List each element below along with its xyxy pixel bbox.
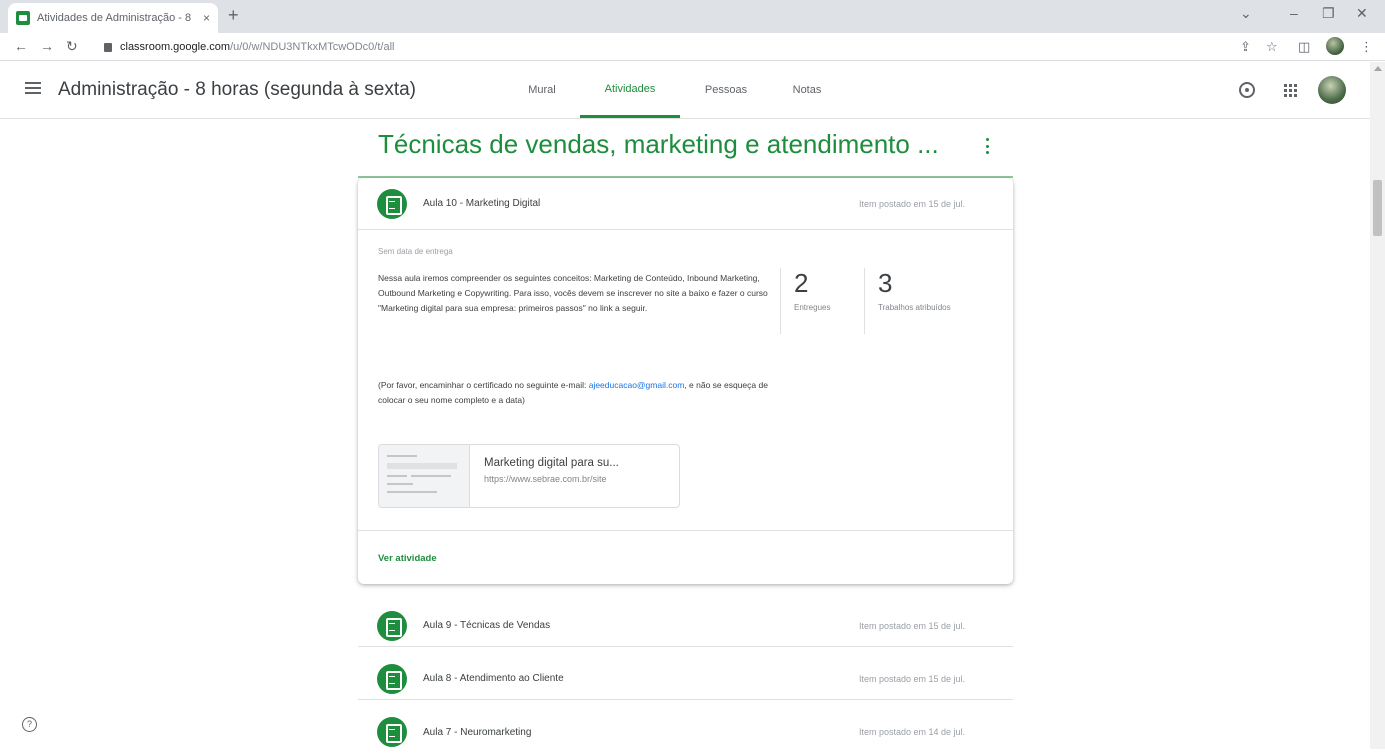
assignment-posted-date: Item postado em 15 de jul.	[858, 673, 965, 684]
browser-profile-avatar[interactable]	[1326, 37, 1344, 55]
classroom-header: Administração - 8 horas (segunda à sexta…	[0, 62, 1370, 119]
stat-turned-in-label: Entregues	[794, 303, 831, 312]
assignment-header[interactable]: Aula 10 - Marketing Digital Item postado…	[358, 178, 1013, 230]
scroll-up-arrow-icon[interactable]	[1374, 66, 1382, 71]
assignment-icon	[377, 188, 407, 219]
assignment-posted-date: Item postado em 14 de jul.	[858, 727, 965, 737]
link-attachment[interactable]: Marketing digital para su... https://www…	[378, 444, 680, 508]
attachment-title: Marketing digital para su...	[484, 457, 619, 469]
new-tab-button[interactable]: +	[228, 5, 239, 26]
assignment-row[interactable]: Aula 8 - Atendimento ao Cliente Item pos…	[358, 658, 1013, 700]
tab-mural[interactable]: Mural	[510, 62, 574, 118]
page-scrollbar[interactable]	[1370, 62, 1385, 749]
bookmark-star-icon[interactable]: ☆	[1266, 39, 1278, 55]
browser-tab-title: Atividades de Administração - 8	[37, 12, 192, 24]
browser-tab-strip: Atividades de Administração - 8 × + ⌄ – …	[0, 0, 1385, 33]
assignment-note: (Por favor, encaminhar o certificado no …	[378, 378, 773, 408]
back-icon[interactable]: ←	[14, 38, 28, 54]
stat-assigned[interactable]: 3 Trabalhos atribuídos	[878, 268, 951, 336]
view-assignment-link[interactable]: Ver atividade	[378, 553, 437, 564]
assignment-title: Aula 10 - Marketing Digital	[423, 198, 541, 209]
side-panel-icon[interactable]: ◫	[1298, 39, 1310, 55]
attachment-thumbnail	[379, 445, 470, 507]
due-date-label: Sem data de entrega	[378, 247, 453, 256]
url-host: classroom.google.com	[120, 41, 231, 53]
attachment-url: https://www.sebrae.com.br/site	[484, 474, 607, 484]
close-tab-icon[interactable]: ×	[203, 11, 210, 25]
expanded-assignment-card: Aula 10 - Marketing Digital Item postado…	[358, 178, 1013, 584]
assignment-description: Nessa aula iremos compreender os seguint…	[378, 273, 768, 313]
settings-gear-icon[interactable]	[1239, 82, 1255, 98]
stats-divider	[780, 268, 781, 334]
email-link[interactable]: ajeeducacao@gmail.com	[589, 380, 685, 390]
tab-notas[interactable]: Notas	[772, 62, 842, 118]
assignment-posted-date: Item postado em 15 de jul.	[858, 198, 965, 209]
topic-title: Técnicas de vendas, marketing e atendime…	[378, 129, 939, 159]
scrollbar-thumb[interactable]	[1373, 180, 1382, 236]
address-bar-row: ← → ↻ classroom.google.com /u/0/w/NDU3NT…	[0, 33, 1385, 61]
stats-divider	[864, 268, 865, 334]
google-apps-icon[interactable]	[1284, 84, 1297, 97]
browser-menu-icon[interactable]: ⋮	[1360, 39, 1373, 55]
main-menu-icon[interactable]	[25, 82, 41, 94]
help-icon[interactable]: ?	[22, 717, 37, 732]
tab-atividades[interactable]: Atividades	[580, 62, 680, 118]
browser-tab[interactable]: Atividades de Administração - 8 ×	[8, 3, 218, 33]
class-title[interactable]: Administração - 8 horas (segunda à sexta…	[58, 79, 416, 101]
card-footer: Ver atividade	[358, 530, 1013, 584]
forward-icon[interactable]: →	[40, 38, 54, 54]
note-prefix: (Por favor, encaminhar o certificado no …	[378, 380, 589, 390]
lock-icon	[104, 42, 112, 52]
tab-search-icon[interactable]: ⌄	[1240, 5, 1252, 22]
stat-assigned-label: Trabalhos atribuídos	[878, 303, 951, 312]
url-input[interactable]: classroom.google.com /u/0/w/NDU3NTkxMTcw…	[96, 37, 1236, 57]
assignment-title: Aula 9 - Técnicas de Vendas	[423, 620, 551, 631]
assignment-row[interactable]: Aula 7 - Neuromarketing Item postado em …	[358, 711, 1013, 753]
close-window-icon[interactable]: ✕	[1356, 5, 1368, 22]
assignment-icon	[377, 663, 407, 694]
stat-turned-in-value: 2	[794, 268, 809, 298]
share-icon[interactable]: ⇪	[1240, 39, 1251, 55]
stat-assigned-value: 3	[878, 268, 893, 298]
url-path: /u/0/w/NDU3NTkxMTcwODc0/t/all	[230, 41, 395, 53]
stat-turned-in[interactable]: 2 Entregues	[794, 268, 830, 336]
account-avatar[interactable]	[1318, 76, 1346, 104]
restore-icon[interactable]: ❐	[1322, 5, 1335, 22]
assignment-title: Aula 8 - Atendimento ao Cliente	[423, 673, 564, 684]
assignment-row[interactable]: Aula 9 - Técnicas de Vendas Item postado…	[358, 605, 1013, 647]
assignment-icon	[377, 610, 407, 641]
reload-icon[interactable]: ↻	[66, 38, 78, 55]
minimize-icon[interactable]: –	[1290, 5, 1298, 21]
topic-more-options-icon[interactable]	[986, 138, 990, 154]
tab-pessoas[interactable]: Pessoas	[688, 62, 764, 118]
assignment-posted-date: Item postado em 15 de jul.	[858, 620, 965, 631]
classroom-favicon-icon	[16, 11, 30, 25]
assignment-title: Aula 7 - Neuromarketing	[423, 726, 532, 738]
assignment-icon	[377, 717, 407, 747]
